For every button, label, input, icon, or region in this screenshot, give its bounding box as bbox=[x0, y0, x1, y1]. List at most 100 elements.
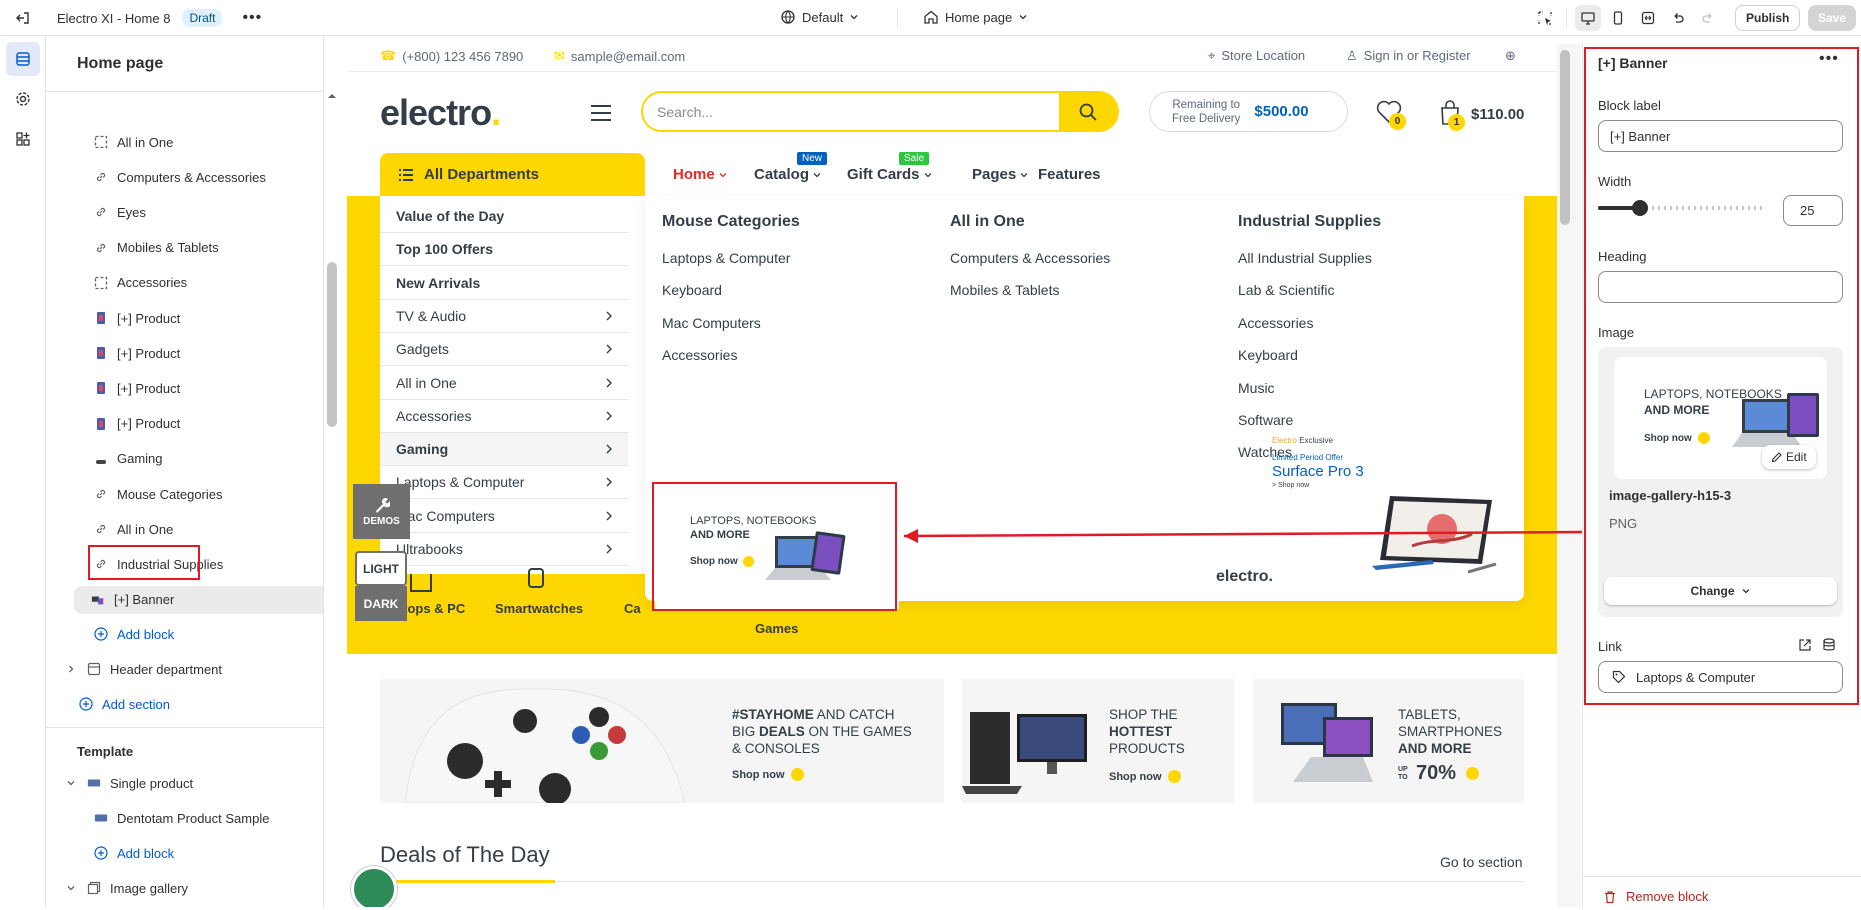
preview-scrollbar[interactable] bbox=[1557, 44, 1581, 907]
department-item[interactable]: Accessories bbox=[380, 400, 628, 433]
signin-link[interactable]: ♙ Sign in or Register bbox=[1346, 48, 1471, 64]
go-to-section-link[interactable]: Go to section bbox=[1440, 854, 1523, 870]
edit-image-button[interactable]: Edit bbox=[1762, 445, 1816, 469]
promo-games-shop[interactable]: Shop now bbox=[732, 768, 804, 781]
tree-item[interactable]: [+] Product bbox=[94, 339, 180, 367]
nav-features[interactable]: Features bbox=[1038, 166, 1101, 183]
image-gallery-section[interactable]: Image gallery bbox=[64, 874, 188, 902]
mega-menu-link[interactable]: Lab & Scientific bbox=[1238, 282, 1335, 298]
tree-item[interactable]: Computers & Accessories bbox=[94, 163, 266, 191]
demos-button[interactable]: DEMOS bbox=[353, 484, 410, 539]
width-slider[interactable] bbox=[1598, 200, 1766, 216]
remove-block-button[interactable]: Remove block bbox=[1603, 889, 1708, 904]
department-item[interactable]: Laptops & Computer bbox=[380, 466, 628, 500]
heading-input[interactable] bbox=[1598, 271, 1843, 303]
tree-item[interactable]: Accessories bbox=[94, 269, 187, 297]
hamburger-icon[interactable] bbox=[590, 104, 612, 122]
promo-hottest-shop[interactable]: Shop now bbox=[1109, 770, 1181, 783]
nav-home[interactable]: Home bbox=[673, 166, 728, 183]
single-product-section[interactable]: Single product bbox=[64, 769, 193, 797]
mega-menu-link[interactable]: Accessories bbox=[662, 347, 737, 363]
save-button[interactable]: Save bbox=[1808, 5, 1857, 31]
mega-menu-link[interactable]: Music bbox=[1238, 380, 1275, 396]
mega-menu-link[interactable]: Computers & Accessories bbox=[950, 250, 1110, 266]
inspector-icon[interactable] bbox=[1532, 5, 1558, 31]
department-item[interactable]: Mac Computers bbox=[380, 500, 628, 533]
exit-icon[interactable] bbox=[10, 5, 36, 31]
more-icon[interactable]: ••• bbox=[242, 9, 262, 27]
chat-widget-icon[interactable] bbox=[351, 866, 397, 907]
language-globe-icon[interactable]: ⊕ bbox=[1505, 48, 1516, 64]
nav-gift-cards[interactable]: Gift Cards bbox=[847, 166, 933, 183]
department-item[interactable]: Ultrabooks bbox=[380, 533, 628, 566]
department-item[interactable]: Gadgets bbox=[380, 333, 628, 367]
undo-icon[interactable] bbox=[1665, 5, 1691, 31]
department-item[interactable]: TV & Audio bbox=[380, 300, 628, 333]
store-location-link[interactable]: ⌖ Store Location bbox=[1208, 48, 1305, 64]
mega-menu-link[interactable]: Accessories bbox=[1238, 315, 1313, 331]
tree-item[interactable]: [+] Product bbox=[94, 374, 180, 402]
fullwidth-view-icon[interactable] bbox=[1635, 5, 1661, 31]
settings-gear-icon[interactable] bbox=[6, 82, 40, 116]
promo-banner-tablets[interactable]: TABLETS, SMARTPHONES AND MORE UP TO 70% bbox=[1253, 679, 1524, 803]
sections-icon[interactable] bbox=[5, 42, 40, 76]
tree-item[interactable]: Mouse Categories bbox=[94, 480, 223, 508]
add-block-button-2[interactable]: Add block bbox=[94, 839, 174, 867]
tree-item[interactable]: Mobiles & Tablets bbox=[94, 234, 219, 262]
mega-menu-link[interactable]: Laptops & Computer bbox=[662, 250, 790, 266]
tree-item[interactable]: [+] Product bbox=[94, 304, 180, 332]
theme-select[interactable]: Default bbox=[780, 9, 859, 25]
tree-item[interactable]: All in One bbox=[94, 515, 173, 543]
department-item[interactable]: Value of the Day bbox=[380, 200, 628, 233]
tree-scrollbar[interactable] bbox=[325, 90, 339, 910]
store-logo[interactable]: electro. bbox=[380, 92, 501, 134]
mega-menu-link[interactable]: Keyboard bbox=[662, 282, 722, 298]
mega-menu-link[interactable]: Keyboard bbox=[1238, 347, 1298, 363]
all-departments-button[interactable]: All Departments bbox=[380, 153, 645, 196]
mega-menu-link[interactable]: Mac Computers bbox=[662, 315, 761, 331]
light-mode-button[interactable]: LIGHT bbox=[355, 551, 407, 586]
tree-item[interactable]: Industrial Supplies bbox=[94, 550, 223, 578]
page-select[interactable]: Home page bbox=[923, 9, 1028, 25]
dentotam-block[interactable]: Dentotam Product Sample bbox=[94, 804, 269, 832]
mega-menu-link[interactable]: All Industrial Supplies bbox=[1238, 250, 1372, 266]
search-button[interactable] bbox=[1059, 93, 1117, 130]
link-input[interactable]: Laptops & Computer bbox=[1598, 661, 1843, 693]
promo-banner-games[interactable]: #STAYHOME AND CATCH BIG DEALS ON THE GAM… bbox=[380, 679, 944, 803]
redo-icon[interactable] bbox=[1695, 5, 1721, 31]
department-item[interactable]: All in One bbox=[380, 367, 628, 400]
add-section-button[interactable]: Add section bbox=[79, 690, 170, 718]
tree-item[interactable]: All in One bbox=[94, 128, 173, 156]
publish-button[interactable]: Publish bbox=[1735, 5, 1801, 31]
department-item[interactable]: Gaming bbox=[380, 433, 628, 467]
tree-item[interactable]: [+] Product bbox=[94, 410, 180, 438]
tree-item[interactable]: Eyes bbox=[94, 198, 146, 226]
more-icon[interactable]: ••• bbox=[1819, 50, 1839, 68]
external-link-icon[interactable] bbox=[1798, 638, 1812, 652]
image-thumbnail[interactable]: LAPTOPS, NOTEBOOKS AND MORE Shop now Edi… bbox=[1614, 357, 1827, 479]
mega-menu-link[interactable]: Mobiles & Tablets bbox=[950, 282, 1059, 298]
cart-button[interactable]: 1 bbox=[1438, 100, 1465, 131]
search-input[interactable]: Search... bbox=[643, 104, 1059, 120]
nav-catalog[interactable]: Catalog bbox=[754, 166, 822, 183]
cat-games[interactable]: Games bbox=[755, 621, 798, 636]
width-input[interactable]: 25 bbox=[1783, 195, 1843, 226]
tree-item[interactable]: Gaming bbox=[94, 445, 163, 473]
department-item[interactable]: New Arrivals bbox=[380, 267, 628, 300]
width-slider-thumb[interactable] bbox=[1632, 200, 1648, 216]
desktop-view-icon[interactable] bbox=[1575, 5, 1601, 31]
surface-banner[interactable]: Electro Exclusive Limited Period Offer S… bbox=[1216, 436, 1512, 596]
nav-pages[interactable]: Pages bbox=[972, 166, 1029, 183]
mega-banner[interactable]: LAPTOPS, NOTEBOOKS AND MORE Shop now bbox=[655, 486, 899, 609]
mobile-view-icon[interactable] bbox=[1605, 5, 1631, 31]
database-icon[interactable] bbox=[1822, 638, 1836, 652]
preview-scroll-thumb[interactable] bbox=[1560, 50, 1570, 225]
block-label-input[interactable]: [+] Banner bbox=[1598, 120, 1843, 152]
tree-item[interactable]: [+] Banner bbox=[74, 585, 323, 614]
mega-menu-link[interactable]: Software bbox=[1238, 412, 1293, 428]
promo-banner-hottest[interactable]: SHOP THE HOTTEST PRODUCTS Shop now bbox=[962, 679, 1234, 803]
cat-cameras[interactable]: Ca bbox=[624, 601, 641, 616]
department-item[interactable]: Top 100 Offers bbox=[380, 233, 628, 267]
add-block-button[interactable]: Add block bbox=[94, 620, 174, 648]
wishlist-button[interactable]: 0 bbox=[1376, 100, 1406, 130]
